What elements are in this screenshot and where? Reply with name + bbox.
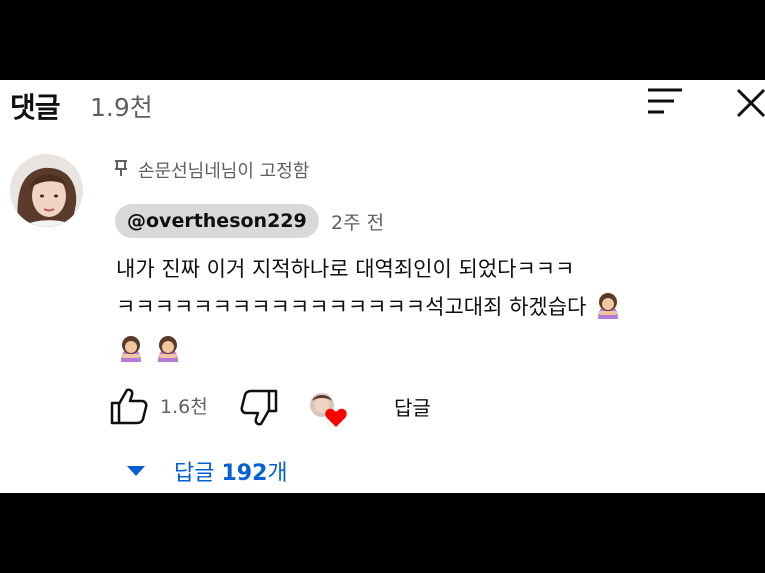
pin-icon <box>114 159 132 182</box>
like-count: 1.6천 <box>160 396 208 418</box>
caret-down-icon <box>127 466 145 476</box>
reply-button[interactable]: 답글 <box>394 392 431 421</box>
comment-time: 2주 전 <box>331 212 385 234</box>
replies-count: 192 <box>221 461 268 486</box>
comments-title: 댓글 <box>10 91 61 124</box>
comment-text-line2: ㅋㅋㅋㅋㅋㅋㅋㅋㅋㅋㅋㅋㅋㅋㅋㅋ석고대죄 하겠습다 <box>116 295 587 319</box>
thumbs-down-icon <box>240 389 278 426</box>
creator-heart-badge <box>307 391 349 431</box>
pinned-label: 손문선님네님이 고정함 <box>138 161 310 182</box>
replies-label: 답글 192개 <box>174 455 288 487</box>
person-bowing-emoji <box>116 334 146 374</box>
comments-count: 1.9천 <box>90 93 153 122</box>
comments-header: 댓글 1.9천 <box>0 80 765 126</box>
dislike-button[interactable] <box>238 386 280 428</box>
heart-icon <box>325 408 347 427</box>
thumbs-up-icon <box>110 388 148 425</box>
close-button[interactable] <box>734 84 765 120</box>
sort-icon <box>648 88 682 114</box>
author-avatar[interactable] <box>10 154 83 227</box>
comment-text: 내가 진짜 이거 지적하나로 대역죄인이 되었다ㅋㅋㅋ ㅋㅋㅋㅋㅋㅋㅋㅋㅋㅋㅋㅋ… <box>116 250 736 374</box>
sort-button[interactable] <box>644 85 688 117</box>
replies-suffix: 개 <box>267 461 288 486</box>
comment-text-line1: 내가 진짜 이거 지적하나로 대역죄인이 되었다ㅋㅋㅋ <box>116 257 575 281</box>
like-button[interactable] <box>108 386 150 426</box>
pinned-indicator: 손문선님네님이 고정함 <box>114 157 309 183</box>
comments-panel: 댓글 1.9천 손문선님네님이 고정함 @overtheson229 2주 전 … <box>0 80 765 493</box>
person-bowing-emoji <box>593 291 623 331</box>
author-handle[interactable]: @overtheson229 <box>115 204 319 238</box>
replies-prefix: 답글 <box>174 461 215 486</box>
person-bowing-emoji <box>153 334 183 374</box>
close-icon <box>736 88 765 118</box>
